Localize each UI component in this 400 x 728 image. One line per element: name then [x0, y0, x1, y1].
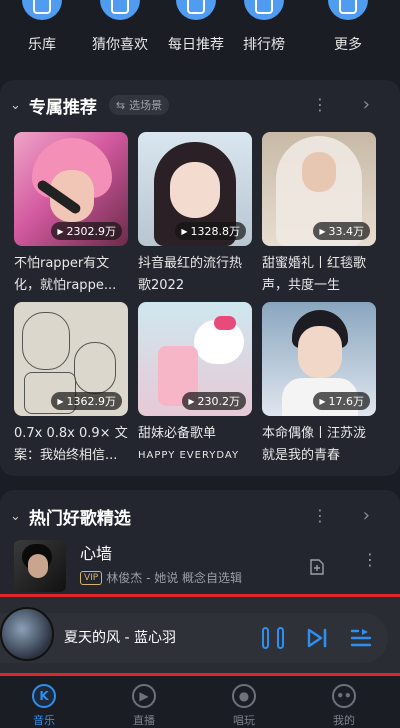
quick-nav-label: 更多 — [334, 37, 362, 53]
mini-player-bar — [0, 613, 388, 663]
live-icon: ▶ — [132, 684, 156, 708]
song-cover[interactable] — [14, 540, 66, 592]
collapse-chevron-icon[interactable]: ⌄ — [10, 509, 21, 524]
guess-you-like-icon — [100, 0, 140, 20]
quick-nav-label: 排行榜 — [243, 37, 285, 53]
playlist-cover: ▶ 230.2万 — [138, 302, 252, 416]
playlist-cover: ▶ 17.6万 — [262, 302, 376, 416]
playlist-title: 本命偶像丨汪苏泷就是我的青春 — [262, 426, 367, 463]
song-meta: VIP 林俊杰 - 她说 概念自选辑 — [80, 569, 242, 586]
play-icon: ▶ — [188, 396, 195, 406]
play-count: 33.4万 — [328, 225, 365, 238]
vip-badge: VIP — [80, 570, 103, 585]
song-title[interactable]: 心墙 — [80, 540, 112, 564]
switch-icon: ⇆ — [115, 98, 126, 112]
tab-label: 音乐 — [33, 714, 55, 727]
play-count-badge: ▶ 2302.9万 — [51, 222, 122, 240]
playlist-card[interactable]: ▶ 2302.9万 不怕rapper有文化，就怕rappe... — [14, 132, 128, 297]
ranking-icon — [244, 0, 284, 20]
select-scene-label: 选场景 — [129, 99, 163, 112]
music-k-icon: K — [32, 684, 56, 708]
add-to-playlist-icon[interactable] — [308, 558, 326, 576]
exclusive-recommend-section: ⌄ 专属推荐 ⇆ 选场景 ⋮ › ▶ 2302.9万 不怕rapper有文化，就怕… — [0, 80, 400, 476]
section-header: ⌄ 热门好歌精选 — [10, 501, 131, 531]
quick-nav-label: 乐库 — [28, 37, 56, 53]
bottom-nav: K 音乐 ▶ 直播 ● 唱玩 •• 我的 — [0, 676, 400, 728]
player-song-title: 夏天的风 - 蓝心羽 — [64, 630, 176, 646]
play-icon: ▶ — [319, 226, 326, 236]
playlist-title: 甜妹必备歌单 HAPPY EVERYDAY — [138, 423, 252, 467]
playlist-cover: ▶ 1362.9万 — [14, 302, 128, 416]
playlist-card[interactable]: ▶ 33.4万 甜蜜婚礼丨红毯歌声，共度一生 — [262, 132, 376, 297]
section-header: ⌄ 专属推荐 ⇆ 选场景 — [10, 90, 170, 120]
play-count-badge: ▶ 1362.9万 — [51, 392, 122, 410]
playlist-title: 甜蜜婚礼丨红毯歌声，共度一生 — [262, 256, 367, 293]
play-count: 1328.8万 — [190, 225, 241, 238]
playlist-cover: ▶ 1328.8万 — [138, 132, 252, 246]
play-count-badge: ▶ 17.6万 — [313, 392, 370, 410]
section-next-icon[interactable]: › — [363, 94, 370, 115]
tab-label: 直播 — [133, 714, 155, 727]
pause-button[interactable] — [262, 627, 284, 649]
next-track-icon[interactable] — [306, 627, 328, 649]
playlist-cover: ▶ 33.4万 — [262, 132, 376, 246]
play-count-badge: ▶ 230.2万 — [182, 392, 246, 410]
music-app-home: 乐库 猜你喜欢 每日推荐 排行榜 更多 ⌄ 专属推荐 ⇆ 选场景 ⋮ › ▶ 2… — [0, 0, 400, 728]
play-count: 17.6万 — [328, 395, 365, 408]
playlist-card[interactable]: ▶ 17.6万 本命偶像丨汪苏泷就是我的青春 — [262, 302, 376, 467]
play-icon: ▶ — [57, 226, 64, 236]
playlist-card[interactable]: ▶ 1362.9万 0.7x 0.8x 0.9× 文案：我始终相信... — [14, 302, 128, 467]
play-count-badge: ▶ 1328.8万 — [175, 222, 246, 240]
music-library-icon — [22, 0, 62, 20]
section-more-icon[interactable]: ⋮ — [312, 97, 328, 113]
section-title: 热门好歌精选 — [28, 508, 131, 529]
mini-player[interactable]: 夏天的风 - 蓝心羽 — [0, 594, 400, 676]
play-count-badge: ▶ 33.4万 — [313, 222, 370, 240]
player-cover-art[interactable] — [0, 607, 54, 661]
play-icon: ▶ — [57, 396, 64, 406]
song-more-icon[interactable]: ⋮ — [362, 552, 378, 568]
profile-smile-icon: •• — [332, 684, 356, 708]
playlist-card[interactable]: ▶ 230.2万 甜妹必备歌单 HAPPY EVERYDAY — [138, 302, 252, 467]
tab-label: 我的 — [333, 714, 355, 727]
playlist-title: 不怕rapper有文化，就怕rappe... — [14, 256, 117, 293]
section-title: 专属推荐 — [28, 97, 97, 118]
playlist-title: 抖音最红的流行热歌2022 — [138, 256, 243, 293]
tab-label: 唱玩 — [233, 714, 255, 727]
daily-recommend-icon — [176, 0, 216, 20]
tab-mine[interactable]: •• 我的 — [304, 684, 384, 728]
play-icon: ▶ — [181, 226, 188, 236]
playlist-queue-icon[interactable] — [350, 627, 372, 649]
play-count: 2302.9万 — [66, 225, 117, 238]
tab-sing[interactable]: ● 唱玩 — [204, 684, 284, 728]
play-count: 230.2万 — [197, 395, 241, 408]
quick-nav: 乐库 猜你喜欢 每日推荐 排行榜 更多 — [0, 0, 400, 66]
playlist-cover: ▶ 2302.9万 — [14, 132, 128, 246]
playlist-title-main: 甜妹必备歌单 — [138, 426, 217, 441]
tab-music[interactable]: K 音乐 — [4, 684, 84, 728]
play-icon: ▶ — [319, 396, 326, 406]
playlist-subtitle: HAPPY EVERYDAY — [138, 450, 240, 461]
playlist-card[interactable]: ▶ 1328.8万 抖音最红的流行热歌2022 — [138, 132, 252, 297]
song-artist-album: 林俊杰 - 她说 概念自选辑 — [106, 571, 243, 585]
tab-live[interactable]: ▶ 直播 — [104, 684, 184, 728]
more-icon — [328, 0, 368, 20]
section-more-icon[interactable]: ⋮ — [312, 508, 328, 524]
section-next-icon[interactable]: › — [363, 505, 370, 526]
playlist-title: 0.7x 0.8x 0.9× 文案：我始终相信... — [14, 426, 128, 463]
mic-icon: ● — [232, 684, 256, 708]
play-count: 1362.9万 — [66, 395, 117, 408]
quick-nav-label: 猜你喜欢 — [92, 37, 148, 53]
collapse-chevron-icon[interactable]: ⌄ — [10, 98, 21, 113]
select-scene-button[interactable]: ⇆ 选场景 — [108, 95, 170, 115]
